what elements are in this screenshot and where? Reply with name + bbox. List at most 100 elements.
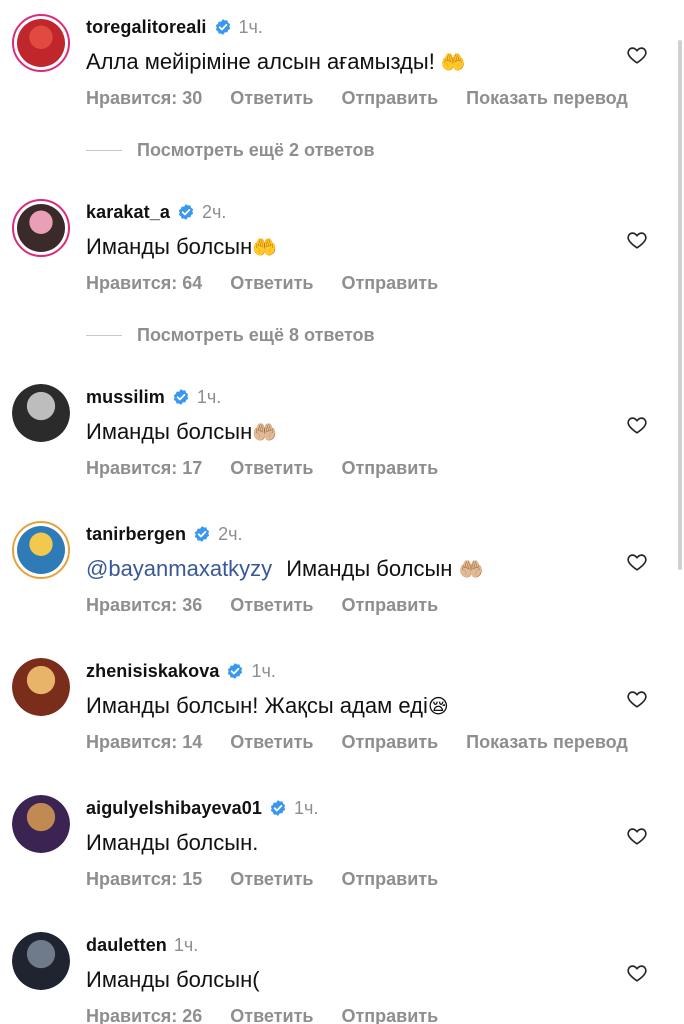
view-more-replies[interactable]: Посмотреть ещё 2 ответов bbox=[86, 138, 375, 162]
divider-line bbox=[86, 334, 122, 336]
timestamp: 1ч. bbox=[196, 386, 222, 407]
likes-count[interactable]: Нравится: 14 bbox=[86, 732, 202, 753]
comment-body: Иманды болсын! Жақсы адам еді bbox=[86, 693, 428, 718]
avatar[interactable] bbox=[12, 14, 70, 72]
comment-actions: Нравится: 36 Ответить Отправить bbox=[86, 593, 466, 617]
show-translation-button[interactable]: Показать перевод bbox=[466, 732, 628, 753]
avatar-image bbox=[17, 19, 65, 67]
reply-button[interactable]: Ответить bbox=[230, 869, 313, 890]
likes-count[interactable]: Нравится: 17 bbox=[86, 458, 202, 479]
heart-icon[interactable] bbox=[626, 229, 648, 251]
reply-button[interactable]: Ответить bbox=[230, 1006, 313, 1024]
username[interactable]: aigulyelshibayeva01 bbox=[86, 798, 262, 819]
send-button[interactable]: Отправить bbox=[341, 88, 438, 109]
emoji: 😪 bbox=[427, 694, 449, 718]
comment-text: Иманды болсын( bbox=[86, 965, 260, 995]
heart-icon[interactable] bbox=[626, 551, 648, 573]
avatar[interactable] bbox=[12, 384, 70, 442]
reply-button[interactable]: Ответить bbox=[230, 732, 313, 753]
username[interactable]: tanirbergen bbox=[86, 524, 186, 545]
avatar[interactable] bbox=[12, 199, 70, 257]
comment-header: toregalitoreali 1ч. bbox=[86, 14, 263, 40]
likes-number: 14 bbox=[182, 731, 203, 752]
likes-count[interactable]: Нравится: 36 bbox=[86, 595, 202, 616]
likes-number: 64 bbox=[182, 272, 203, 293]
comment-text: Иманды болсын🤲 bbox=[86, 232, 277, 262]
send-button[interactable]: Отправить bbox=[341, 869, 438, 890]
likes-number: 26 bbox=[182, 1005, 203, 1024]
heart-icon[interactable] bbox=[626, 414, 648, 436]
send-button[interactable]: Отправить bbox=[341, 458, 438, 479]
comment-body: Алла мейіріміне алсын ағамызды! bbox=[86, 49, 441, 74]
avatar[interactable] bbox=[12, 658, 70, 716]
timestamp: 2ч. bbox=[218, 523, 243, 544]
comment-header: tanirbergen 2ч. bbox=[86, 521, 243, 547]
avatar[interactable] bbox=[12, 795, 70, 853]
username[interactable]: toregalitoreali bbox=[86, 17, 207, 38]
view-more-replies-label[interactable]: Посмотреть ещё 8 ответов bbox=[137, 325, 375, 346]
comment-header: mussilim 1ч. bbox=[86, 384, 221, 410]
emoji: 🤲🏼 bbox=[458, 557, 484, 581]
reply-button[interactable]: Ответить bbox=[230, 595, 313, 616]
likes-label: Нравится: bbox=[86, 594, 183, 615]
timestamp: 1ч. bbox=[251, 660, 276, 681]
mention-link[interactable]: @bayanmaxatkyzy bbox=[86, 556, 272, 581]
scrollbar[interactable] bbox=[678, 40, 682, 570]
comment-actions: Нравится: 64 Ответить Отправить bbox=[86, 271, 466, 295]
avatar-image bbox=[12, 658, 70, 716]
reply-button[interactable]: Ответить bbox=[230, 88, 313, 109]
timestamp: 1ч. bbox=[238, 16, 263, 37]
username[interactable]: dauletten bbox=[86, 935, 167, 956]
view-more-replies-label[interactable]: Посмотреть ещё 2 ответов bbox=[137, 140, 375, 161]
avatar-image bbox=[17, 204, 65, 252]
likes-count[interactable]: Нравится: 64 bbox=[86, 273, 202, 294]
avatar-image bbox=[17, 526, 65, 574]
likes-count[interactable]: Нравится: 30 bbox=[86, 88, 202, 109]
timestamp: 2ч. bbox=[201, 201, 227, 222]
timestamp: 1ч. bbox=[173, 934, 199, 955]
comment-actions: Нравится: 30 Ответить Отправить Показать пе… bbox=[86, 86, 656, 110]
comment-text: Алла мейіріміне алсын ағамызды! 🤲 bbox=[86, 47, 466, 77]
send-button[interactable]: Отправить bbox=[341, 732, 438, 753]
comment-item: karakat_a 2ч. Иманды болсын🤲 Нравится: 64 От… bbox=[0, 199, 684, 309]
view-more-replies[interactable]: Посмотреть ещё 8 ответов bbox=[86, 323, 375, 347]
comment-body: Иманды болсын bbox=[86, 234, 253, 259]
timestamp: 1ч. bbox=[294, 797, 319, 818]
heart-icon[interactable] bbox=[626, 688, 648, 710]
avatar-image bbox=[12, 932, 70, 990]
send-button[interactable]: Отправить bbox=[341, 1006, 438, 1024]
heart-icon[interactable] bbox=[626, 825, 648, 847]
username[interactable]: mussilim bbox=[86, 387, 165, 408]
verified-badge-icon bbox=[195, 526, 210, 542]
comment-header: zhenisiskakova 1ч. bbox=[86, 658, 276, 684]
emoji: 🤲 bbox=[252, 235, 278, 259]
username[interactable]: karakat_a bbox=[86, 202, 170, 223]
avatar[interactable] bbox=[12, 932, 70, 990]
reply-button[interactable]: Ответить bbox=[230, 273, 313, 294]
send-button[interactable]: Отправить bbox=[341, 595, 438, 616]
emoji: 🤲🏼 bbox=[252, 420, 278, 444]
username[interactable]: zhenisiskakova bbox=[86, 661, 219, 682]
comment-item: zhenisiskakova 1ч. Иманды болсын! Жақсы ад… bbox=[0, 658, 684, 768]
divider-line bbox=[86, 149, 122, 151]
comment-body: Иманды болсын bbox=[86, 419, 253, 444]
comment-text: @bayanmaxatkyzy Иманды болсын 🤲🏼 bbox=[86, 554, 483, 584]
show-translation-button[interactable]: Показать перевод bbox=[466, 88, 628, 109]
avatar[interactable] bbox=[12, 521, 70, 579]
avatar-image bbox=[12, 384, 70, 442]
comment-item: dauletten 1ч. Иманды болсын( Нравится: 26 От… bbox=[0, 932, 684, 1024]
likes-count[interactable]: Нравится: 26 bbox=[86, 1006, 202, 1024]
likes-label: Нравится: bbox=[86, 868, 183, 889]
likes-count[interactable]: Нравится: 15 bbox=[86, 869, 202, 890]
emoji: 🤲 bbox=[440, 50, 466, 74]
comment-item: aigulyelshibayeva01 1ч. Иманды болсын. Нрав… bbox=[0, 795, 684, 905]
heart-icon[interactable] bbox=[626, 44, 648, 66]
heart-icon[interactable] bbox=[626, 962, 648, 984]
send-button[interactable]: Отправить bbox=[341, 273, 438, 294]
reply-button[interactable]: Ответить bbox=[230, 458, 313, 479]
avatar-image bbox=[12, 795, 70, 853]
likes-label: Нравится: bbox=[86, 1005, 183, 1024]
comment-header: aigulyelshibayeva01 1ч. bbox=[86, 795, 318, 821]
verified-badge-icon bbox=[173, 389, 188, 405]
comment-item: tanirbergen 2ч. @bayanmaxatkyzy Иманды болс… bbox=[0, 521, 684, 631]
